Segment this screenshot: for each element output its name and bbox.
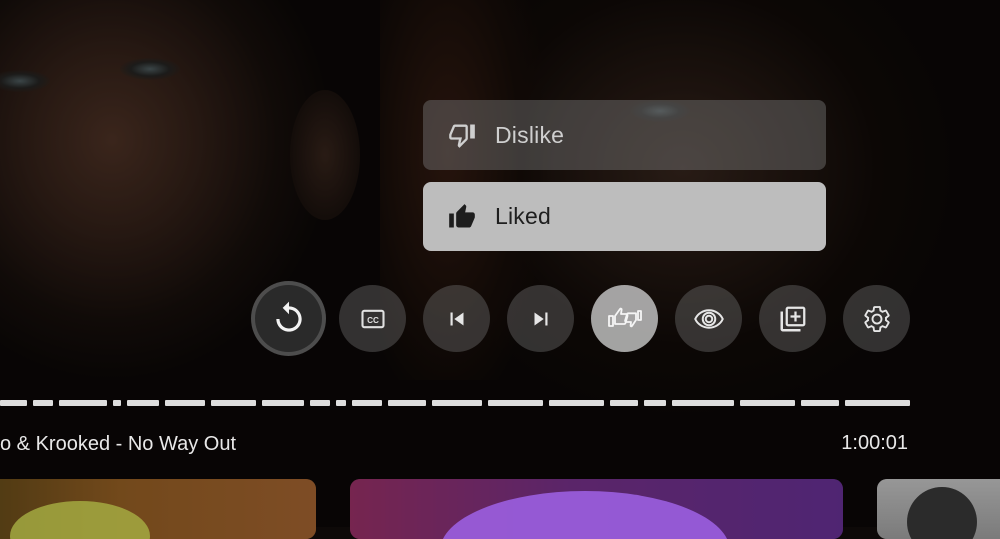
chapter-segment (845, 400, 910, 406)
chapter-segment (549, 400, 604, 406)
chapter-segment (801, 400, 839, 406)
progress-bar[interactable] (0, 400, 910, 406)
ambient-mode-button[interactable] (675, 285, 742, 352)
chapter-segment (33, 400, 53, 406)
eye-icon (693, 304, 724, 334)
playlist-add-icon (778, 304, 808, 334)
chapter-segment (113, 400, 121, 406)
chapter-segment (644, 400, 666, 406)
video-thumbnail[interactable] (0, 479, 316, 539)
chapter-segment (59, 400, 107, 406)
chapter-segment (672, 400, 734, 406)
chapter-segment (488, 400, 543, 406)
chapter-segment (165, 400, 205, 406)
liked-label: Liked (495, 203, 551, 229)
repeat-icon (270, 300, 308, 338)
dislike-option[interactable]: Dislike (423, 100, 826, 170)
next-button[interactable] (507, 285, 574, 352)
duration-text: 1:00:01 (841, 432, 908, 454)
thumbs-down-outline-icon (447, 120, 477, 150)
thumbs-up-down-icon (607, 303, 643, 335)
dislike-label: Dislike (495, 121, 565, 148)
thumbnail-dim (350, 479, 843, 539)
add-to-playlist-button[interactable] (759, 285, 826, 352)
now-playing-title: o & Krooked - No Way Out (0, 433, 237, 455)
settings-button[interactable] (843, 285, 910, 352)
gear-icon (862, 304, 892, 334)
chapter-segment (336, 400, 346, 406)
repeat-button[interactable] (255, 285, 322, 352)
thumbs-up-filled-icon (447, 202, 477, 232)
chapter-segment (0, 400, 27, 406)
chapter-segment (432, 400, 482, 406)
chapter-segment (310, 400, 330, 406)
player-controls: CC (0, 285, 1000, 353)
captions-button[interactable]: CC (339, 285, 406, 352)
rate-button[interactable] (591, 285, 658, 352)
thumbnail-dim (0, 479, 316, 539)
thumbnail-dim (877, 479, 1000, 539)
chapter-segment (211, 400, 256, 406)
skip-next-icon (528, 306, 554, 332)
chapter-segment (127, 400, 159, 406)
chapter-segment (352, 400, 382, 406)
svg-text:CC: CC (367, 316, 379, 325)
video-thumbnail[interactable] (877, 479, 1000, 539)
liked-option[interactable]: Liked (423, 182, 826, 251)
chapter-segment (740, 400, 795, 406)
chapter-segment (262, 400, 304, 406)
skip-previous-icon (444, 306, 470, 332)
previous-button[interactable] (423, 285, 490, 352)
video-thumbnail[interactable] (350, 479, 843, 539)
cc-icon: CC (359, 305, 387, 333)
chapter-segment (388, 400, 426, 406)
chapter-segment (610, 400, 638, 406)
